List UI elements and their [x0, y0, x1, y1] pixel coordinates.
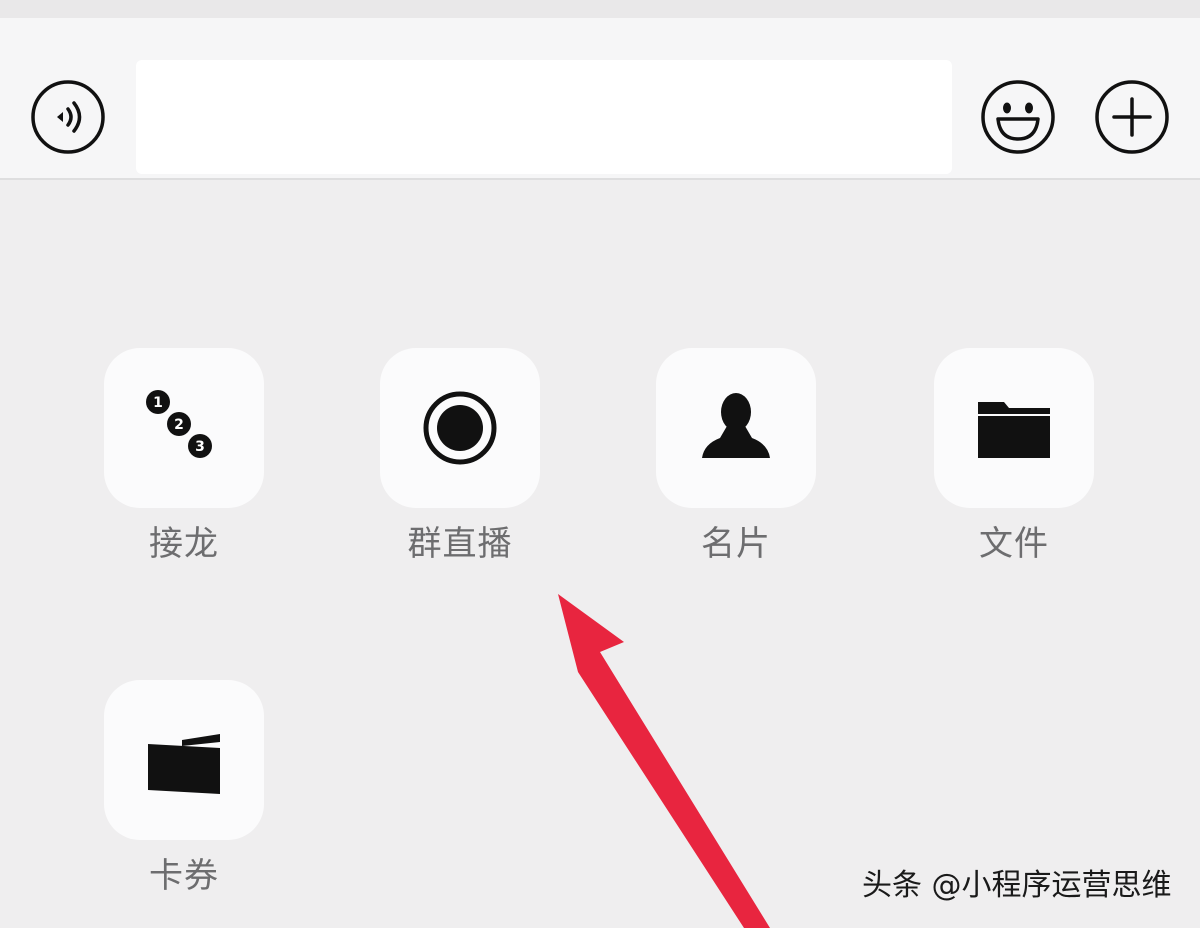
tile-icon-box [656, 348, 816, 508]
annotation-arrow [558, 594, 770, 928]
tile-icon-box: 1 2 3 [104, 348, 264, 508]
person-silhouette-icon [702, 393, 770, 458]
tile-file[interactable]: 文件 [934, 348, 1094, 566]
emoji-button[interactable] [980, 79, 1056, 155]
tile-label: 接龙 [149, 524, 219, 564]
more-button[interactable] [1094, 79, 1170, 155]
plus-icon [1095, 80, 1169, 154]
live-record-icon [423, 391, 497, 465]
svg-text:3: 3 [195, 439, 205, 455]
svg-text:1: 1 [153, 395, 163, 411]
tile-solitaire[interactable]: 1 2 3 接龙 [104, 348, 264, 566]
svg-text:2: 2 [174, 417, 184, 433]
message-input[interactable] [136, 60, 952, 174]
tile-label: 群直播 [407, 524, 513, 564]
folder-icon [978, 402, 1050, 458]
tile-icon-box [934, 348, 1094, 508]
tile-group-live[interactable]: 群直播 [380, 348, 540, 566]
tile-icon-box [380, 348, 540, 508]
tile-coupon[interactable]: 卡券 [104, 680, 264, 898]
tile-label: 卡券 [149, 856, 219, 896]
tile-business-card[interactable]: 名片 [656, 348, 816, 566]
numbered-dots-icon: 1 2 3 [146, 390, 212, 458]
smiley-face-icon [981, 80, 1055, 154]
card-wallet-icon [148, 734, 220, 794]
status-strip [0, 0, 1200, 18]
voice-button[interactable] [30, 79, 106, 155]
voice-wave-icon [31, 80, 105, 154]
chat-input-bar [0, 18, 1200, 180]
tile-label: 文件 [979, 524, 1049, 564]
watermark-text: 头条 @小程序运营思维 [862, 868, 1172, 903]
tile-icon-box [104, 680, 264, 840]
tile-label: 名片 [701, 524, 771, 564]
